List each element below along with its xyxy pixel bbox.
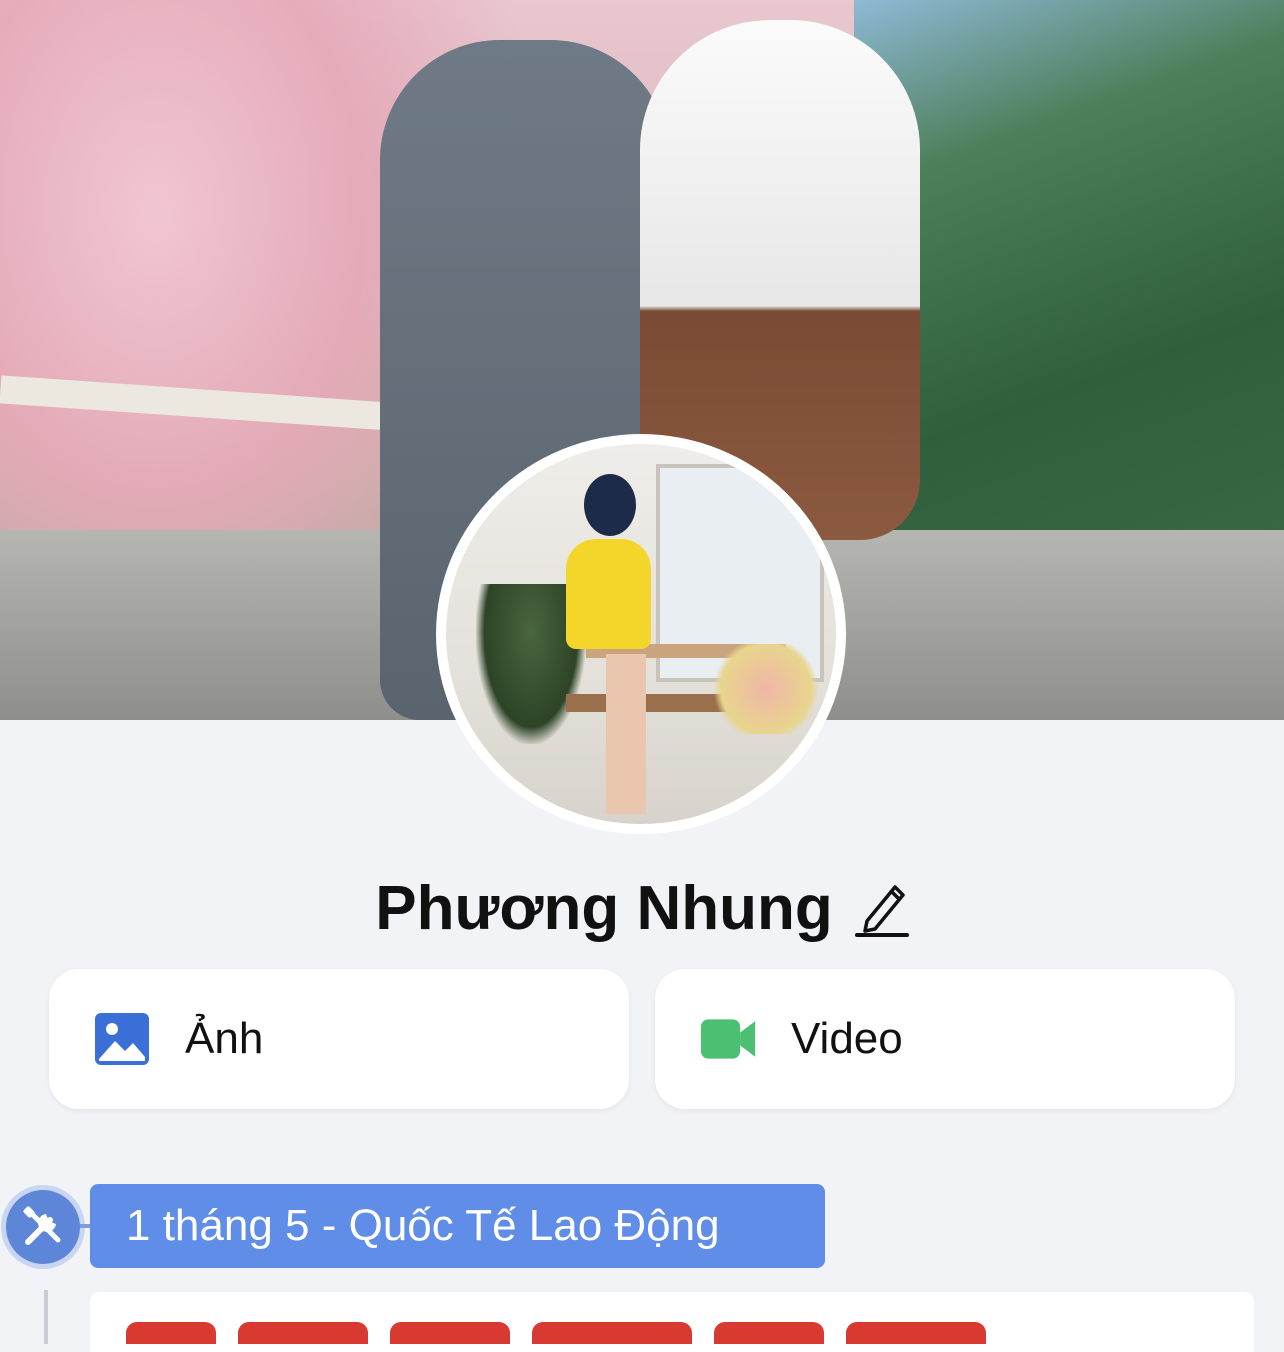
photos-label: Ảnh <box>185 1014 264 1063</box>
avatar-person-legs <box>606 654 646 814</box>
videos-button[interactable]: Video <box>655 969 1235 1109</box>
profile-name-row: Phương Nhung <box>0 868 1284 948</box>
avatar-person-shirt <box>566 539 651 649</box>
event-title: 1 tháng 5 - Quốc Tế Lao Động <box>126 1201 720 1250</box>
post-text-cropped <box>126 1322 1126 1344</box>
timeline-line <box>44 1290 48 1344</box>
avatar-person-head <box>584 474 636 536</box>
avatar-flowers <box>706 644 826 734</box>
videos-label: Video <box>791 1014 903 1063</box>
avatar[interactable] <box>446 444 836 824</box>
pencil-icon[interactable] <box>854 877 909 939</box>
event-title-tag[interactable]: 1 tháng 5 - Quốc Tế Lao Động <box>90 1184 825 1268</box>
profile-name: Phương Nhung <box>375 873 833 943</box>
photos-button[interactable]: Ảnh <box>49 969 629 1109</box>
video-camera-icon <box>700 1019 756 1059</box>
image-icon <box>95 1013 149 1065</box>
tools-icon <box>23 1206 61 1245</box>
event-badge <box>6 1190 80 1264</box>
